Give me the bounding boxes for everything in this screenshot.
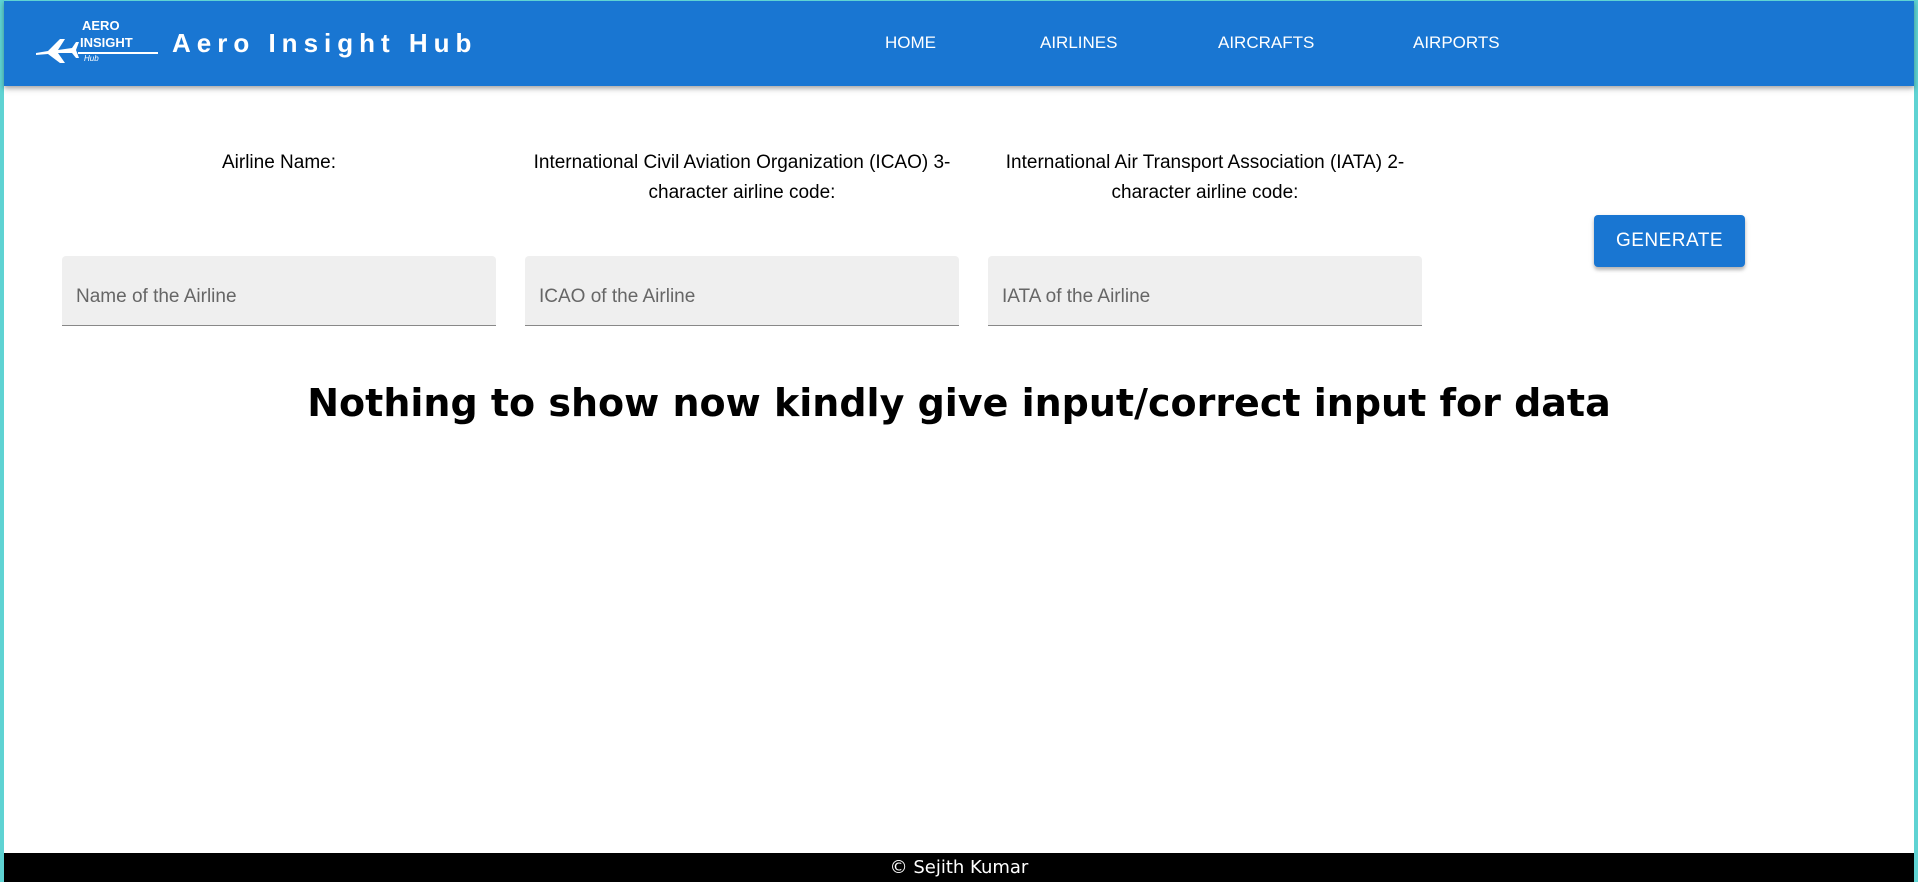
page-frame (0, 0, 1918, 882)
airplane-icon (36, 39, 79, 63)
nav-airlines-link[interactable]: AIRLINES (1040, 31, 1117, 55)
brand-title[interactable]: Aero Insight Hub (172, 27, 477, 59)
nav-airports-link[interactable]: AIRPORTS (1413, 31, 1500, 55)
footer-copyright: © Sejith Kumar (889, 857, 1029, 878)
logo-text-line2: INSIGHT (80, 35, 133, 50)
airline-name-input[interactable] (62, 256, 496, 325)
icao-code-input[interactable] (525, 256, 959, 325)
icao-code-label: International Civil Aviation Organizatio… (533, 152, 951, 203)
brand-logo[interactable]: AERO INSIGHT Hub (34, 17, 160, 67)
generate-button[interactable]: GENERATE (1594, 215, 1745, 267)
nav-aircrafts-link[interactable]: AIRCRAFTS (1218, 31, 1314, 55)
iata-code-input[interactable] (988, 256, 1422, 325)
empty-state-message: Nothing to show now kindly give input/co… (307, 381, 1611, 425)
iata-code-field (988, 256, 1422, 326)
logo-text-line3: Hub (84, 54, 99, 63)
logo-text-line1: AERO (82, 18, 120, 33)
airline-name-field (62, 256, 496, 326)
app-header: AERO INSIGHT Hub Aero Insight Hub HOME A… (4, 0, 1914, 86)
airline-name-label: Airline Name: (221, 152, 337, 173)
footer: © Sejith Kumar (4, 853, 1914, 882)
nav-home-link[interactable]: HOME (885, 31, 936, 55)
iata-code-label: International Air Transport Association … (1005, 152, 1405, 203)
icao-code-field (525, 256, 959, 326)
